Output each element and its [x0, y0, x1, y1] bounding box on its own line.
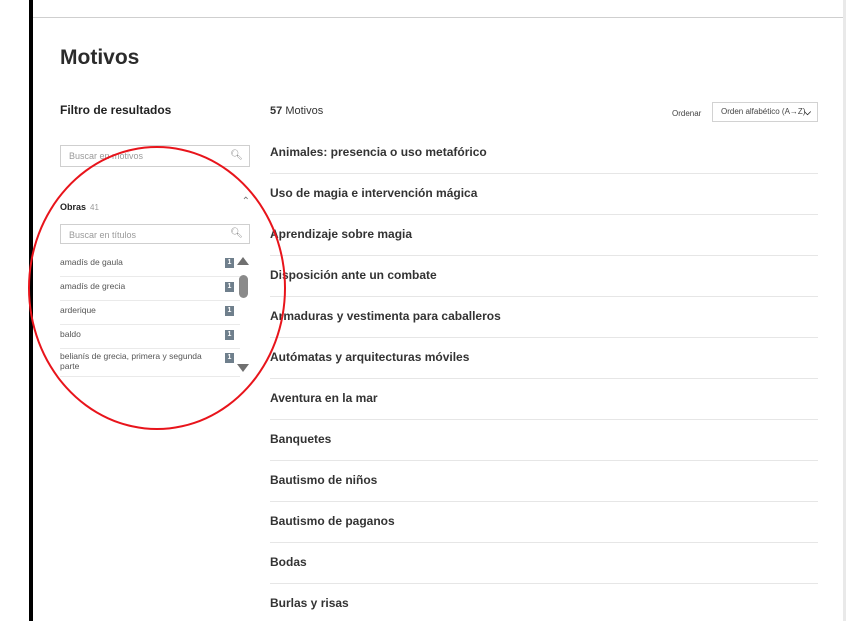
chevron-down-icon: ⌵ — [804, 107, 811, 117]
header-divider — [33, 17, 843, 18]
motivo-title: Autómatas y arquitecturas móviles — [270, 350, 470, 364]
motivo-list-item[interactable]: Aprendizaje sobre magia — [270, 215, 818, 256]
sort-select-value: Orden alfabético (A→Z) — [721, 107, 806, 116]
motivo-title: Bautismo de paganos — [270, 514, 395, 528]
motivo-title: Uso de magia e intervención mágica — [270, 186, 478, 200]
results-count-number: 57 — [270, 105, 283, 117]
motivo-title: Armaduras y vestimenta para caballeros — [270, 309, 501, 323]
results-count: 57 Motivos — [270, 105, 323, 117]
motivo-list-item[interactable]: Burlas y risas — [270, 584, 818, 621]
annotation-circle — [28, 146, 286, 430]
motivo-list-item[interactable]: Bautismo de niños — [270, 461, 818, 502]
motivo-list-item[interactable]: Autómatas y arquitecturas móviles — [270, 338, 818, 379]
motivo-title: Bautismo de niños — [270, 473, 378, 487]
motivo-title: Aprendizaje sobre magia — [270, 227, 413, 241]
search-icon[interactable]: 🔍︎ — [230, 151, 243, 161]
motivo-list-item[interactable]: Uso de magia e intervención mágica — [270, 174, 818, 215]
motivo-title: Disposición ante un combate — [270, 268, 437, 282]
results-count-label: Motivos — [285, 105, 324, 117]
sort-select[interactable]: Orden alfabético (A→Z) ⌵ — [712, 102, 818, 122]
motivo-title: Banquetes — [270, 432, 332, 446]
motivo-list-item[interactable]: Bodas — [270, 543, 818, 584]
motivo-list-item[interactable]: Banquetes — [270, 420, 818, 461]
motivo-title: Bodas — [270, 555, 307, 569]
motivo-list-item[interactable]: Armaduras y vestimenta para caballeros — [270, 297, 818, 338]
motivo-title: Aventura en la mar — [270, 391, 378, 405]
motivo-list-item[interactable]: Animales: presencia o uso metafórico — [270, 133, 818, 174]
motivo-title: Animales: presencia o uso metafórico — [270, 145, 487, 159]
page-title: Motivos — [60, 46, 140, 69]
motivo-list-item[interactable]: Bautismo de paganos — [270, 502, 818, 543]
sort-label: Ordenar — [672, 109, 702, 118]
motivo-title: Burlas y risas — [270, 596, 349, 610]
motivo-list-item[interactable]: Aventura en la mar — [270, 379, 818, 420]
filter-title: Filtro de resultados — [60, 103, 172, 117]
motivo-list-item[interactable]: Disposición ante un combate — [270, 256, 818, 297]
